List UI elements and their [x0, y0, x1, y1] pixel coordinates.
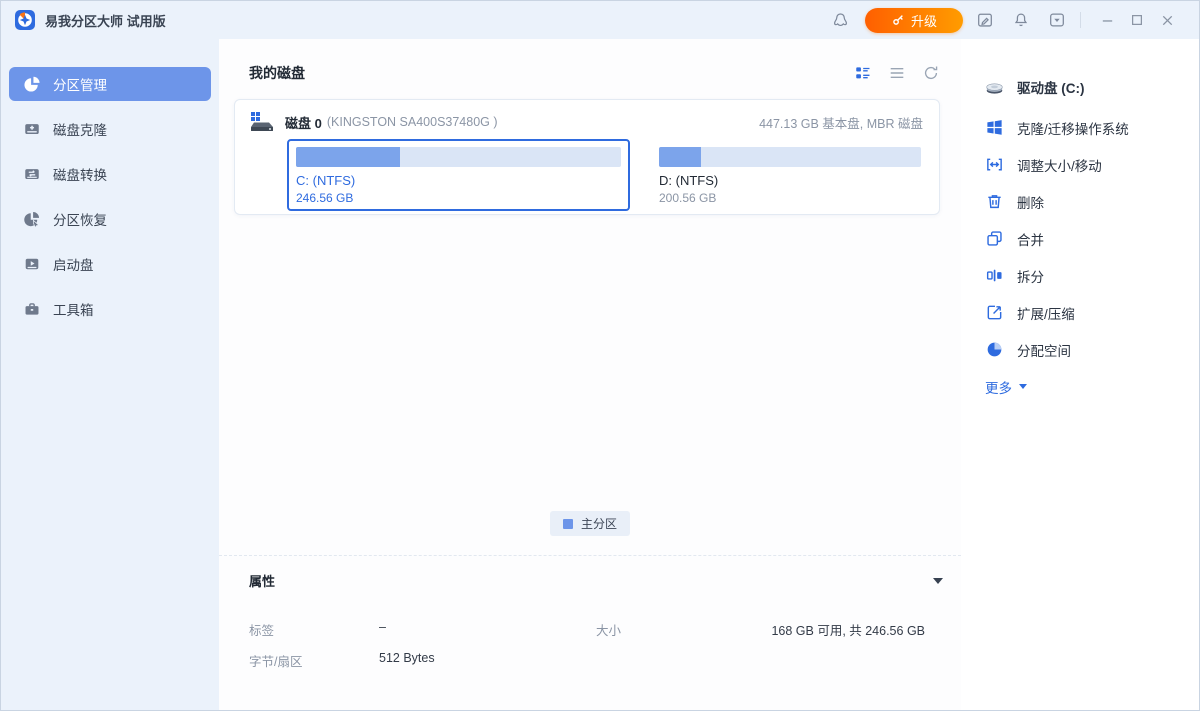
sidebar-item-label: 启动盘 [53, 254, 94, 274]
prop-label-size: 大小 [596, 620, 696, 639]
legend-label: 主分区 [581, 515, 617, 532]
partition-d-size: 200.56 GB [659, 191, 921, 205]
disk-summary: 447.13 GB 基本盘, MBR 磁盘 [759, 113, 923, 132]
action-label: 删除 [1017, 192, 1044, 212]
action-panel: 驱动盘 (C:) 克隆/迁移操作系统 调整大小/移动 [961, 39, 1199, 710]
action-label: 拆分 [1017, 266, 1044, 286]
notification-bell-icon[interactable] [1009, 8, 1033, 32]
action-label: 调整大小/移动 [1017, 155, 1102, 175]
disk-model: (KINGSTON SA400S37480G ) [327, 115, 498, 129]
partition-d[interactable]: D: (NTFS) 200.56 GB [650, 139, 930, 211]
toolbox-icon [23, 300, 41, 318]
partition-c-size: 246.56 GB [296, 191, 621, 205]
sidebar-item-label: 磁盘克隆 [53, 119, 107, 139]
bootable-disk-icon [23, 255, 41, 273]
primary-partition-swatch-icon [563, 519, 573, 529]
partition-d-usage-bar [659, 147, 921, 167]
page-title: 我的磁盘 [249, 63, 305, 83]
collapse-caret-icon[interactable] [933, 578, 943, 584]
partition-c-usage-fill [296, 147, 400, 167]
disk-card-header: 磁盘 0 (KINGSTON SA400S37480G ) 447.13 GB … [235, 100, 939, 134]
prop-value-size: 168 GB 可用, 共 246.56 GB [696, 620, 943, 639]
properties-grid: 标签 – 大小 168 GB 可用, 共 246.56 GB 字节/扇区 512… [249, 620, 943, 670]
sidebar-item-label: 磁盘转换 [53, 164, 107, 184]
maximize-button[interactable] [1122, 8, 1152, 32]
extend-shrink-icon [985, 303, 1004, 322]
sidebar-item-label: 工具箱 [53, 299, 94, 319]
sidebar-item-label: 分区管理 [53, 74, 107, 94]
upgrade-button[interactable]: 升级 [865, 8, 963, 33]
list-view-icon[interactable] [887, 63, 907, 83]
action-label: 克隆/迁移操作系统 [1017, 118, 1129, 138]
disk-card[interactable]: 磁盘 0 (KINGSTON SA400S37480G ) 447.13 GB … [234, 99, 940, 215]
titlebar-divider [1080, 12, 1081, 28]
action-extend-shrink[interactable]: 扩展/压缩 [985, 294, 1189, 331]
split-icon [985, 266, 1004, 285]
sidebar-item-label: 分区恢复 [53, 209, 107, 229]
properties-title: 属性 [249, 571, 275, 590]
main-content: 我的磁盘 [219, 39, 961, 710]
more-label: 更多 [985, 377, 1012, 397]
key-icon [891, 13, 905, 27]
legend-row: 主分区 [219, 511, 961, 536]
selected-drive-header: 驱动盘 (C:) [985, 67, 1189, 107]
partition-d-label: D: (NTFS) [659, 173, 921, 188]
action-label: 扩展/压缩 [1017, 303, 1075, 323]
prop-label-bytes-per-sector: 字节/扇区 [249, 651, 379, 670]
support-icon[interactable] [829, 8, 853, 32]
action-label: 合并 [1017, 229, 1044, 249]
partition-manager-icon [23, 75, 41, 93]
action-label: 分配空间 [1017, 340, 1071, 360]
prop-label-tag: 标签 [249, 620, 379, 639]
properties-panel: 属性 标签 – 大小 168 GB 可用, 共 246.56 GB 字节/扇区 … [219, 555, 961, 710]
app-title: 易我分区大师 试用版 [45, 11, 166, 30]
sidebar-item-bootable-disk[interactable]: 启动盘 [9, 247, 211, 281]
selected-drive-label: 驱动盘 (C:) [1017, 77, 1085, 97]
app-window: 易我分区大师 试用版 升级 [0, 0, 1200, 711]
disk-clone-icon [23, 120, 41, 138]
partition-c-label: C: (NTFS) [296, 173, 621, 188]
legend-primary-partition: 主分区 [550, 511, 630, 536]
action-allocate-space[interactable]: 分配空间 [985, 331, 1189, 368]
detail-view-icon[interactable] [853, 63, 873, 83]
action-resize-move[interactable]: 调整大小/移动 [985, 146, 1189, 183]
close-button[interactable] [1152, 8, 1182, 32]
allocate-space-icon [985, 340, 1004, 359]
resize-move-icon [985, 155, 1004, 174]
partition-d-usage-fill [659, 147, 701, 167]
app-logo-icon [15, 10, 35, 30]
sidebar-item-toolbox[interactable]: 工具箱 [9, 292, 211, 326]
action-split[interactable]: 拆分 [985, 257, 1189, 294]
menu-dropdown-icon[interactable] [1045, 8, 1069, 32]
merge-icon [985, 229, 1004, 248]
windows-icon [985, 118, 1004, 137]
upgrade-label: 升级 [911, 11, 937, 30]
prop-value-tag: – [379, 620, 596, 639]
title-bar: 易我分区大师 试用版 升级 [1, 1, 1199, 39]
trash-icon [985, 192, 1004, 211]
sidebar-item-partition-manager[interactable]: 分区管理 [9, 67, 211, 101]
sidebar-nav: 分区管理 磁盘克隆 磁盘转换 分区 [1, 39, 219, 710]
action-delete[interactable]: 删除 [985, 183, 1189, 220]
sidebar-item-disk-convert[interactable]: 磁盘转换 [9, 157, 211, 191]
more-actions-button[interactable]: 更多 [985, 368, 1189, 405]
action-merge[interactable]: 合并 [985, 220, 1189, 257]
disk-convert-icon [23, 165, 41, 183]
minimize-button[interactable] [1092, 8, 1122, 32]
feedback-icon[interactable] [973, 8, 997, 32]
drive-icon [985, 78, 1004, 97]
action-clone-migrate-os[interactable]: 克隆/迁移操作系统 [985, 109, 1189, 146]
sidebar-item-partition-recovery[interactable]: 分区恢复 [9, 202, 211, 236]
prop-value-bytes-per-sector: 512 Bytes [379, 651, 596, 670]
refresh-icon[interactable] [921, 63, 941, 83]
disk-name: 磁盘 0 [285, 113, 322, 132]
basic-disk-icon [249, 110, 275, 134]
main-header: 我的磁盘 [219, 39, 961, 99]
partition-recovery-icon [23, 210, 41, 228]
sidebar-item-disk-clone[interactable]: 磁盘克隆 [9, 112, 211, 146]
chevron-down-icon [1019, 384, 1027, 389]
partition-c-usage-bar [296, 147, 621, 167]
partition-c[interactable]: C: (NTFS) 246.56 GB [287, 139, 630, 211]
